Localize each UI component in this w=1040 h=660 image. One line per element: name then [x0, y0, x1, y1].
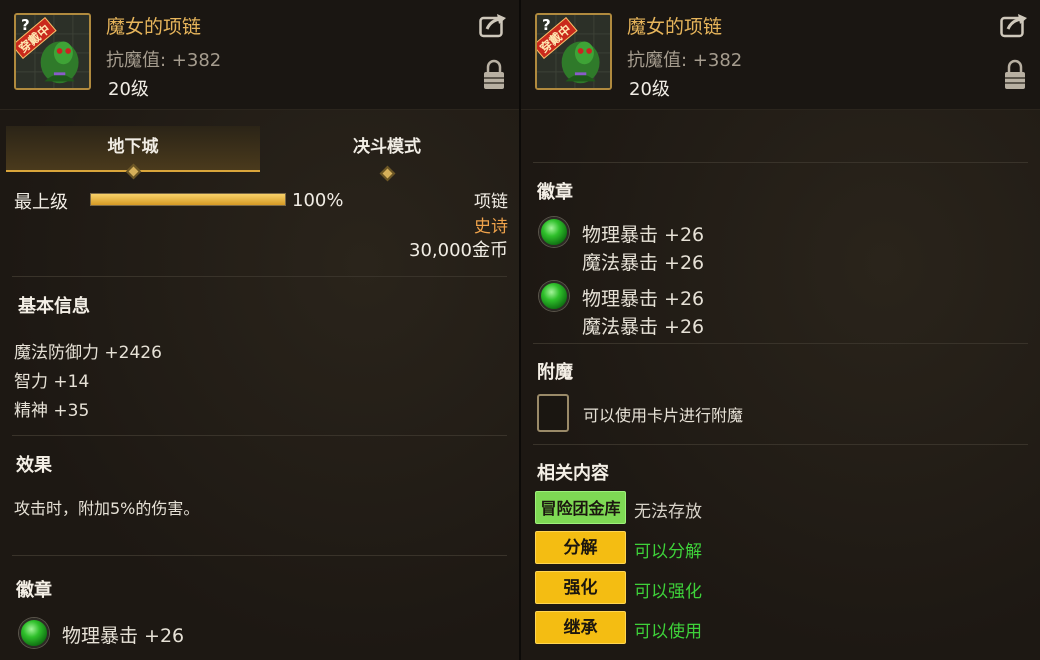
item-sub-stat: 抗魔值: +382: [627, 50, 743, 71]
item-icon: 穿戴中 ?: [14, 13, 91, 90]
item-type: 项链: [474, 192, 508, 212]
effect-title: 效果: [16, 455, 52, 476]
related-note: 可以分解: [634, 542, 702, 562]
item-rarity: 史诗: [474, 217, 508, 237]
enchant-text: 可以使用卡片进行附魔: [583, 406, 744, 425]
emblem-stat: 物理暴击 +26: [62, 625, 185, 647]
tier-percent: 100%: [292, 190, 344, 211]
emblem-stat: 魔法暴击 +26: [582, 316, 705, 338]
divider: [533, 444, 1028, 445]
reinforce-button[interactable]: 强化: [535, 571, 626, 604]
emblem-title: 徽章: [16, 580, 52, 601]
item-level: 20级: [629, 79, 670, 100]
related-note: 可以强化: [634, 582, 702, 602]
share-icon[interactable]: [1000, 12, 1028, 38]
card-slot[interactable]: [537, 394, 569, 432]
lock-icon[interactable]: [483, 58, 505, 90]
item-header: 穿戴中 ? 魔女的项链 抗魔值: +382 20级: [0, 0, 519, 110]
divider: [12, 435, 507, 436]
lock-icon[interactable]: [1004, 58, 1026, 90]
emblem-title: 徽章: [537, 182, 573, 203]
item-tooltip-right: 穿戴中 ? 魔女的项链 抗魔值: +382 20级 徽章 物理暴击 +26 魔法…: [521, 0, 1040, 660]
basic-info-title: 基本信息: [18, 296, 90, 317]
enchant-title: 附魔: [537, 362, 573, 383]
tier-progress-bar: [90, 193, 286, 206]
mode-tabs: 地下城 决斗模式: [6, 126, 514, 182]
help-mark: ?: [21, 16, 30, 34]
item-name: 魔女的项链: [627, 16, 723, 38]
emblem-stat: 魔法暴击 +26: [582, 252, 705, 274]
tab-pvp[interactable]: 决斗模式: [260, 126, 514, 182]
share-icon[interactable]: [479, 12, 507, 38]
tab-pvp-label: 决斗模式: [353, 137, 421, 157]
inherit-button[interactable]: 继承: [535, 611, 626, 644]
tab-dungeon[interactable]: 地下城: [6, 126, 260, 180]
item-header: 穿戴中 ? 魔女的项链 抗魔值: +382 20级: [521, 0, 1040, 110]
stat-line: 精神 +35: [14, 401, 90, 421]
item-tooltip-left: 穿戴中 ? 魔女的项链 抗魔值: +382 20级 地下城 决斗模式 最上级 1…: [0, 0, 519, 660]
effect-text: 攻击时，附加5%的伤害。: [14, 499, 200, 518]
item-sub-stat: 抗魔值: +382: [106, 50, 222, 71]
item-level: 20级: [108, 79, 149, 100]
divider: [12, 555, 507, 556]
stat-line: 智力 +14: [14, 372, 90, 392]
tab-indicator-icon: [379, 165, 396, 182]
disassemble-button[interactable]: 分解: [535, 531, 626, 564]
adventure-vault-button[interactable]: 冒险团金库: [535, 491, 626, 524]
emblem-stat: 物理暴击 +26: [582, 288, 705, 310]
help-mark: ?: [542, 16, 551, 34]
stat-line: 魔法防御力 +2426: [14, 343, 162, 363]
item-name: 魔女的项链: [106, 16, 202, 38]
item-icon: 穿戴中 ?: [535, 13, 612, 90]
divider: [533, 343, 1028, 344]
divider: [12, 276, 507, 277]
emblem-stat: 物理暴击 +26: [582, 224, 705, 246]
green-emblem-icon[interactable]: [19, 618, 49, 648]
divider: [533, 162, 1028, 163]
tab-dungeon-label: 地下城: [107, 137, 159, 157]
related-title: 相关内容: [537, 463, 609, 484]
related-note: 可以使用: [634, 622, 702, 642]
item-price: 30,000金币: [409, 240, 508, 261]
related-note: 无法存放: [634, 502, 702, 522]
tier-label: 最上级: [14, 192, 68, 213]
tab-indicator-icon: [125, 163, 142, 180]
green-emblem-icon[interactable]: [539, 281, 569, 311]
tier-progress-fill: [91, 194, 285, 205]
green-emblem-icon[interactable]: [539, 217, 569, 247]
